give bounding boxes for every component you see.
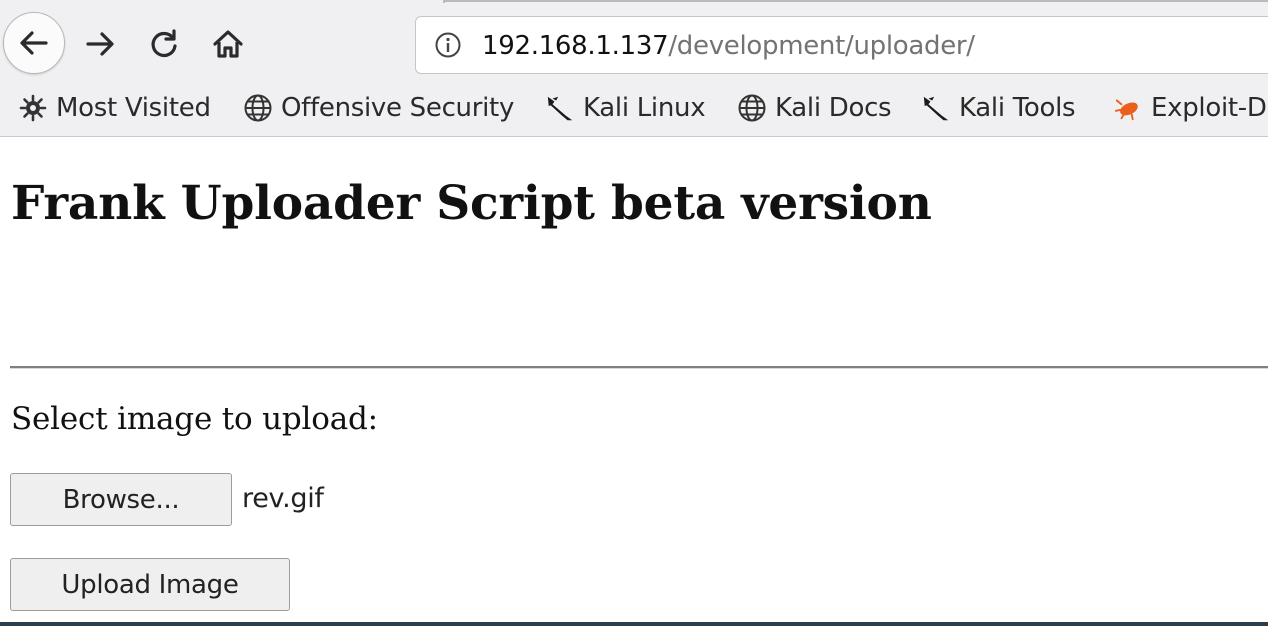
url-text[interactable]: 192.168.1.137/development/uploader/	[482, 29, 975, 63]
browser-toolbar: 192.168.1.137/development/uploader/ Most…	[0, 0, 1268, 137]
bookmark-label: Kali Tools	[959, 93, 1076, 123]
reload-icon	[151, 29, 177, 58]
bookmark-label: Kali Docs	[775, 93, 892, 123]
reload-button[interactable]	[134, 14, 194, 74]
globe-icon	[737, 93, 767, 123]
kali-dragon-icon	[921, 93, 951, 123]
back-arrow-icon	[20, 31, 48, 55]
info-icon[interactable]	[434, 31, 462, 59]
url-path: /development/uploader/	[668, 31, 975, 61]
exploit-db-bug-icon	[1113, 93, 1143, 123]
home-button[interactable]	[198, 14, 258, 74]
forward-arrow-icon	[86, 32, 114, 56]
url-bar[interactable]: 192.168.1.137/development/uploader/	[415, 16, 1268, 74]
bookmark-offensive-security[interactable]: Offensive Security	[243, 90, 514, 126]
browse-button[interactable]: Browse...	[10, 473, 232, 526]
upload-image-button[interactable]: Upload Image	[10, 558, 290, 611]
bookmark-label: Exploit-D	[1151, 93, 1267, 123]
selected-file-name: rev.gif	[242, 483, 324, 514]
select-image-label: Select image to upload:	[11, 401, 378, 437]
bookmark-label: Offensive Security	[281, 93, 515, 123]
tab-strip-edge	[443, 0, 1268, 3]
bookmark-kali-linux[interactable]: Kali Linux	[545, 90, 706, 126]
url-host: 192.168.1.137	[482, 31, 669, 61]
page-title: Frank Uploader Script beta version	[11, 176, 932, 231]
home-icon	[213, 30, 243, 58]
horizontal-rule	[10, 366, 1268, 369]
bookmark-kali-tools[interactable]: Kali Tools	[921, 90, 1076, 126]
bookmarks-toolbar: Most Visited Offensive Security Kali Lin…	[0, 84, 1268, 132]
back-button[interactable]	[3, 12, 65, 74]
window-bottom-edge	[0, 622, 1268, 626]
bookmark-label: Most Visited	[56, 93, 211, 123]
kali-dragon-icon	[545, 93, 575, 123]
forward-button[interactable]	[70, 14, 130, 74]
bookmark-most-visited[interactable]: Most Visited	[18, 90, 211, 126]
bookmark-label: Kali Linux	[583, 93, 706, 123]
globe-icon	[243, 93, 273, 123]
bookmark-exploit-db[interactable]: Exploit-D	[1113, 90, 1267, 126]
gear-icon	[18, 93, 48, 123]
bookmark-kali-docs[interactable]: Kali Docs	[737, 90, 892, 126]
